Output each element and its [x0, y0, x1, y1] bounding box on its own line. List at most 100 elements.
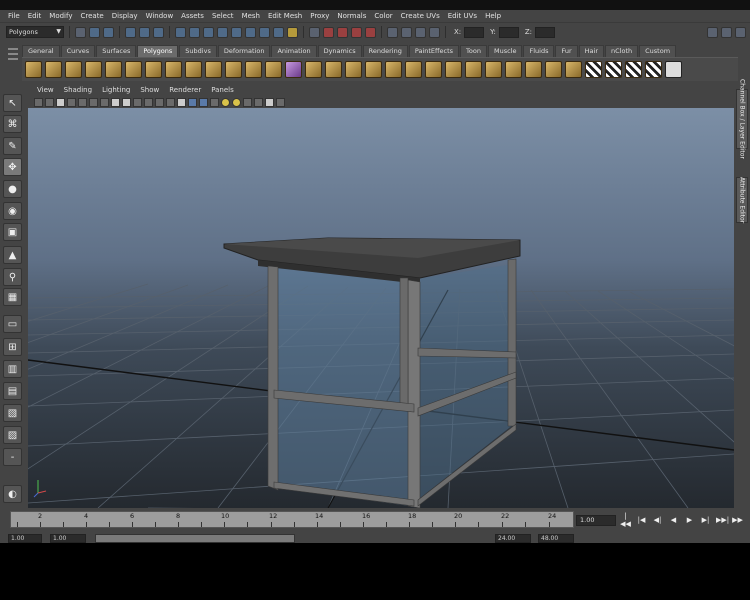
- x-field[interactable]: [464, 26, 485, 38]
- shelf-tab-rendering[interactable]: Rendering: [362, 45, 408, 57]
- menu-select[interactable]: Select: [208, 10, 238, 23]
- panel-menu-panels[interactable]: Panels: [206, 85, 239, 96]
- resolution-gate-icon[interactable]: [122, 97, 131, 107]
- smooth-shade-icon[interactable]: [188, 97, 197, 107]
- safe-title-icon[interactable]: [166, 97, 175, 107]
- layout-single-perspective-icon[interactable]: ▭: [3, 315, 22, 333]
- field-chart-icon[interactable]: [144, 97, 153, 107]
- universal-manipulator-icon[interactable]: ▣: [3, 223, 22, 241]
- shelf-tab-dynamics[interactable]: Dynamics: [317, 45, 362, 57]
- separate-icon[interactable]: [265, 61, 282, 78]
- shelf-tab-animation[interactable]: Animation: [271, 45, 317, 57]
- render-current-frame-icon[interactable]: [401, 26, 412, 38]
- panel-menu-shading[interactable]: Shading: [59, 85, 97, 96]
- make-live-icon[interactable]: [365, 26, 376, 38]
- show-attribute-editor-icon[interactable]: [707, 26, 718, 38]
- checker-uv-icon[interactable]: [585, 61, 602, 78]
- gate-mask-icon[interactable]: [133, 97, 142, 107]
- channel-box-tab[interactable]: Channel Box / Layer Editor: [736, 79, 748, 159]
- panel-menu-renderer[interactable]: Renderer: [164, 85, 206, 96]
- playback-end-field[interactable]: 24.00: [495, 534, 531, 543]
- shadows-icon[interactable]: [232, 97, 241, 107]
- animation-end-field[interactable]: 48.00: [538, 534, 574, 543]
- shelf-tab-fluids[interactable]: Fluids: [523, 45, 555, 57]
- play-backwards-button[interactable]: ◀: [668, 516, 679, 524]
- boolean-difference-icon[interactable]: [325, 61, 342, 78]
- bevel-icon[interactable]: [505, 61, 522, 78]
- checker-texture-icon[interactable]: [625, 61, 642, 78]
- shelf-tab-polygons[interactable]: Polygons: [137, 45, 179, 57]
- mask-deformations-icon[interactable]: [231, 26, 242, 38]
- animation-start-field[interactable]: 1.00: [8, 534, 42, 543]
- menu-help[interactable]: Help: [481, 10, 505, 23]
- poly-pipe-icon[interactable]: [185, 61, 202, 78]
- shelf-tab-general[interactable]: General: [22, 45, 60, 57]
- menu-edit[interactable]: Edit: [24, 10, 46, 23]
- shelf-tab-subdivs[interactable]: Subdivs: [179, 45, 217, 57]
- select-hierarchy-icon[interactable]: [125, 26, 136, 38]
- poly-cylinder-icon[interactable]: [65, 61, 82, 78]
- boolean-union-icon[interactable]: [305, 61, 322, 78]
- poly-plane-icon[interactable]: [105, 61, 122, 78]
- range-slider[interactable]: [95, 534, 295, 543]
- wireframe-icon[interactable]: [177, 97, 186, 107]
- use-all-lights-icon[interactable]: [221, 97, 230, 107]
- lock-selection-icon[interactable]: [287, 26, 298, 38]
- append-polygon-icon[interactable]: [425, 61, 442, 78]
- perspective-viewport[interactable]: [28, 108, 734, 508]
- poly-cube-icon[interactable]: [45, 61, 62, 78]
- shelf-tab-deformation[interactable]: Deformation: [217, 45, 271, 57]
- select-camera-icon[interactable]: [34, 97, 43, 107]
- layout-four-view-icon[interactable]: ⊞: [3, 338, 22, 356]
- mask-joints-icon[interactable]: [189, 26, 200, 38]
- mask-handles-icon[interactable]: [175, 26, 186, 38]
- merge-vertices-icon[interactable]: [525, 61, 542, 78]
- menu-create-uvs[interactable]: Create UVs: [397, 10, 444, 23]
- camera-attributes-icon[interactable]: [45, 97, 54, 107]
- y-field[interactable]: [498, 26, 519, 38]
- shelf-menu-handle[interactable]: [6, 45, 20, 81]
- bookmarks-icon[interactable]: [56, 97, 65, 107]
- safe-action-icon[interactable]: [155, 97, 164, 107]
- select-component-icon[interactable]: [153, 26, 164, 38]
- uv-texture-editor-icon[interactable]: [665, 61, 682, 78]
- menu-assets[interactable]: Assets: [177, 10, 208, 23]
- move-tool-icon[interactable]: ✥: [3, 158, 22, 176]
- attribute-editor-tab[interactable]: Attribute Editor: [736, 177, 748, 223]
- mask-dynamics-icon[interactable]: [245, 26, 256, 38]
- insert-edge-loop-icon[interactable]: [465, 61, 482, 78]
- poly-prism-icon[interactable]: [145, 61, 162, 78]
- menu-edit-mesh[interactable]: Edit Mesh: [264, 10, 306, 23]
- layout-persp-trax-icon[interactable]: ▨: [3, 426, 22, 444]
- lasso-tool-icon[interactable]: ⌘: [3, 115, 22, 133]
- current-frame-field[interactable]: 1.00: [576, 515, 616, 526]
- boolean-intersection-icon[interactable]: [345, 61, 362, 78]
- shelf-tab-fur[interactable]: Fur: [555, 45, 578, 57]
- go-to-start-button[interactable]: |◀◀: [620, 512, 631, 528]
- menu-modify[interactable]: Modify: [45, 10, 76, 23]
- image-plane-icon[interactable]: [67, 97, 76, 107]
- show-manipulator-icon[interactable]: ⚲: [3, 268, 22, 286]
- shelf-tab-custom[interactable]: Custom: [639, 45, 677, 57]
- new-scene-icon[interactable]: [75, 26, 86, 38]
- query-icon[interactable]: [273, 26, 284, 38]
- mask-surfaces-icon[interactable]: [217, 26, 228, 38]
- layout-persp-outliner-icon[interactable]: ▥: [3, 360, 22, 378]
- offset-edge-loop-icon[interactable]: [485, 61, 502, 78]
- checker-sphere-icon[interactable]: [645, 61, 662, 78]
- shelf-tab-hair[interactable]: Hair: [578, 45, 605, 57]
- extrude-icon[interactable]: [385, 61, 402, 78]
- render-settings-icon[interactable]: [429, 26, 440, 38]
- film-gate-icon[interactable]: [111, 97, 120, 107]
- playback-start-field[interactable]: 1.00: [50, 534, 86, 543]
- isolate-select-icon[interactable]: [254, 97, 263, 107]
- mask-rendering-icon[interactable]: [259, 26, 270, 38]
- poly-torus-icon[interactable]: [125, 61, 142, 78]
- paint-select-tool-icon[interactable]: ✎: [3, 137, 22, 155]
- soft-mod-tool-icon[interactable]: ▲: [3, 246, 22, 264]
- mask-curves-icon[interactable]: [203, 26, 214, 38]
- z-field[interactable]: [535, 26, 556, 38]
- select-tool-icon[interactable]: ↖: [3, 94, 22, 112]
- grease-pencil-icon[interactable]: [89, 97, 98, 107]
- play-forwards-button[interactable]: ▶: [684, 516, 695, 524]
